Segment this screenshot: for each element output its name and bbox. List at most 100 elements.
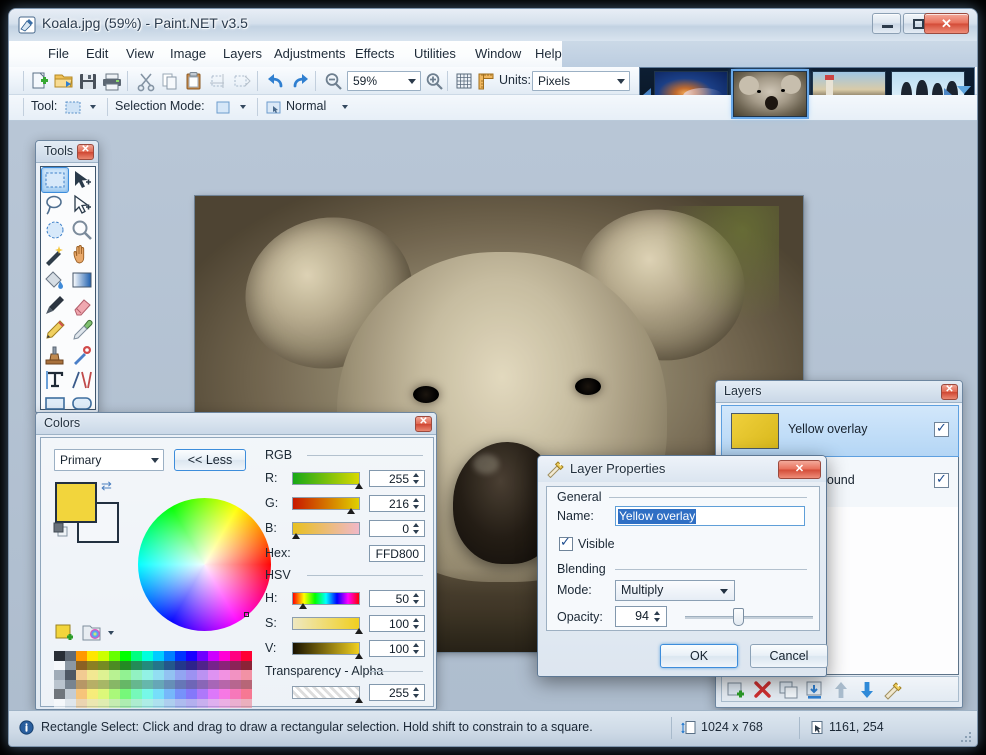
blue-spinner[interactable]: 0 — [369, 520, 425, 537]
alpha-slider[interactable] — [292, 686, 360, 699]
palette-color-swatch[interactable] — [230, 680, 241, 690]
palette-color-swatch[interactable] — [186, 689, 197, 699]
palette-color-swatch[interactable] — [153, 651, 164, 661]
palette-color-swatch[interactable] — [65, 689, 76, 699]
cancel-button[interactable]: Cancel — [750, 644, 828, 668]
deselect-all-icon[interactable] — [231, 71, 253, 92]
palette-color-swatch[interactable] — [120, 680, 131, 690]
palette-color-swatch[interactable] — [87, 699, 98, 709]
delete-layer-button[interactable] — [752, 680, 774, 700]
palette-color-swatch[interactable] — [87, 680, 98, 690]
palette-color-swatch[interactable] — [230, 689, 241, 699]
blue-slider[interactable] — [292, 522, 360, 535]
palette-color-swatch[interactable] — [109, 699, 120, 709]
palette-color-swatch[interactable] — [219, 689, 230, 699]
layer-name-input[interactable]: Yellow overlay — [615, 506, 805, 526]
palette-color-swatch[interactable] — [197, 670, 208, 680]
palette-color-swatch[interactable] — [98, 699, 109, 709]
palette-color-swatch[interactable] — [142, 651, 153, 661]
palette-color-swatch[interactable] — [230, 661, 241, 671]
palette-color-swatch[interactable] — [208, 699, 219, 709]
value-spinner[interactable]: 100 — [369, 640, 425, 657]
menu-view[interactable]: View — [115, 41, 165, 67]
print-icon[interactable] — [101, 71, 123, 92]
palette-color-swatch[interactable] — [197, 651, 208, 661]
grid-icon[interactable] — [453, 71, 475, 92]
tools-palette-close-icon[interactable] — [77, 144, 94, 160]
thumbnail-koala[interactable] — [733, 71, 807, 117]
palette-color-swatch[interactable] — [65, 651, 76, 661]
palette-color-swatch[interactable] — [76, 689, 87, 699]
palette-color-swatch[interactable] — [230, 699, 241, 709]
saturation-slider[interactable] — [292, 617, 360, 630]
palette-color-swatch[interactable] — [153, 670, 164, 680]
move-layer-down-button[interactable] — [856, 680, 878, 700]
palette-color-swatch[interactable] — [120, 689, 131, 699]
move-layer-up-button[interactable] — [830, 680, 852, 700]
paste-icon[interactable] — [183, 71, 205, 92]
red-slider-thumb[interactable] — [355, 483, 363, 489]
palette-color-swatch[interactable] — [120, 699, 131, 709]
normal-blending-icon[interactable] — [264, 98, 284, 117]
palette-dropdown-arrow[interactable] — [108, 631, 114, 635]
rectangle-select-icon[interactable] — [63, 98, 83, 117]
menu-file[interactable]: File — [37, 41, 80, 67]
zoom-out-icon[interactable] — [323, 71, 345, 92]
palette-color-swatch[interactable] — [109, 680, 120, 690]
rulers-icon[interactable] — [475, 71, 497, 92]
blend-mode-combo[interactable]: Multiply — [615, 580, 735, 601]
palette-color-swatch[interactable] — [142, 670, 153, 680]
palette-color-swatch[interactable] — [109, 689, 120, 699]
move-selection-tool[interactable] — [69, 193, 95, 217]
primary-color-swatch[interactable] — [55, 482, 97, 523]
palette-color-swatch[interactable] — [219, 680, 230, 690]
image-list-dropdown-icon[interactable] — [957, 86, 971, 94]
palette-color-swatch[interactable] — [208, 670, 219, 680]
palette-color-swatch[interactable] — [76, 670, 87, 680]
zoom-in-icon[interactable] — [424, 71, 446, 92]
palette-color-swatch[interactable] — [142, 689, 153, 699]
palette-color-swatch[interactable] — [98, 689, 109, 699]
palette-color-swatch[interactable] — [186, 651, 197, 661]
palette-color-swatch[interactable] — [120, 661, 131, 671]
palette-icon[interactable] — [81, 623, 103, 643]
palette-color-swatch[interactable] — [197, 661, 208, 671]
palette-color-swatch[interactable] — [208, 680, 219, 690]
crop-to-selection-icon[interactable] — [207, 71, 229, 92]
palette-color-swatch[interactable] — [76, 661, 87, 671]
hue-slider-thumb[interactable] — [299, 603, 307, 609]
green-spinner[interactable]: 216 — [369, 495, 425, 512]
tool-dropdown-arrow[interactable] — [90, 105, 96, 109]
palette-color-swatch[interactable] — [142, 661, 153, 671]
blue-slider-thumb[interactable] — [292, 533, 300, 539]
reset-colors-icon[interactable] — [53, 522, 71, 539]
palette-color-swatch[interactable] — [65, 680, 76, 690]
merge-layer-down-button[interactable] — [804, 680, 826, 700]
palette-color-swatch[interactable] — [98, 661, 109, 671]
palette-color-swatch[interactable] — [54, 680, 65, 690]
palette-color-swatch[interactable] — [76, 699, 87, 709]
palette-color-swatch[interactable] — [54, 661, 65, 671]
zoom-tool[interactable] — [69, 218, 95, 242]
palette-color-swatch[interactable] — [109, 661, 120, 671]
opacity-slider-thumb[interactable] — [733, 608, 744, 626]
value-slider-thumb[interactable] — [355, 653, 363, 659]
selection-mode-dropdown-arrow[interactable] — [240, 105, 246, 109]
alpha-spinner[interactable]: 255 — [369, 684, 425, 701]
tools-palette-titlebar[interactable]: Tools — [36, 141, 98, 163]
palette-color-swatch[interactable] — [131, 651, 142, 661]
palette-color-swatch[interactable] — [65, 699, 76, 709]
palette-color-swatch[interactable] — [164, 689, 175, 699]
less-button[interactable]: << Less — [174, 449, 246, 471]
move-selected-tool[interactable] — [69, 168, 95, 192]
palette-color-swatch[interactable] — [197, 699, 208, 709]
palette-color-swatch[interactable] — [186, 670, 197, 680]
pencil-tool[interactable] — [42, 318, 68, 342]
add-color-icon[interactable] — [54, 623, 76, 643]
saturation-slider-thumb[interactable] — [355, 628, 363, 634]
palette-color-swatch[interactable] — [186, 661, 197, 671]
palette-color-swatch[interactable] — [120, 670, 131, 680]
palette-color-swatch[interactable] — [164, 680, 175, 690]
green-slider-thumb[interactable] — [347, 508, 355, 514]
cut-icon[interactable] — [135, 71, 157, 92]
